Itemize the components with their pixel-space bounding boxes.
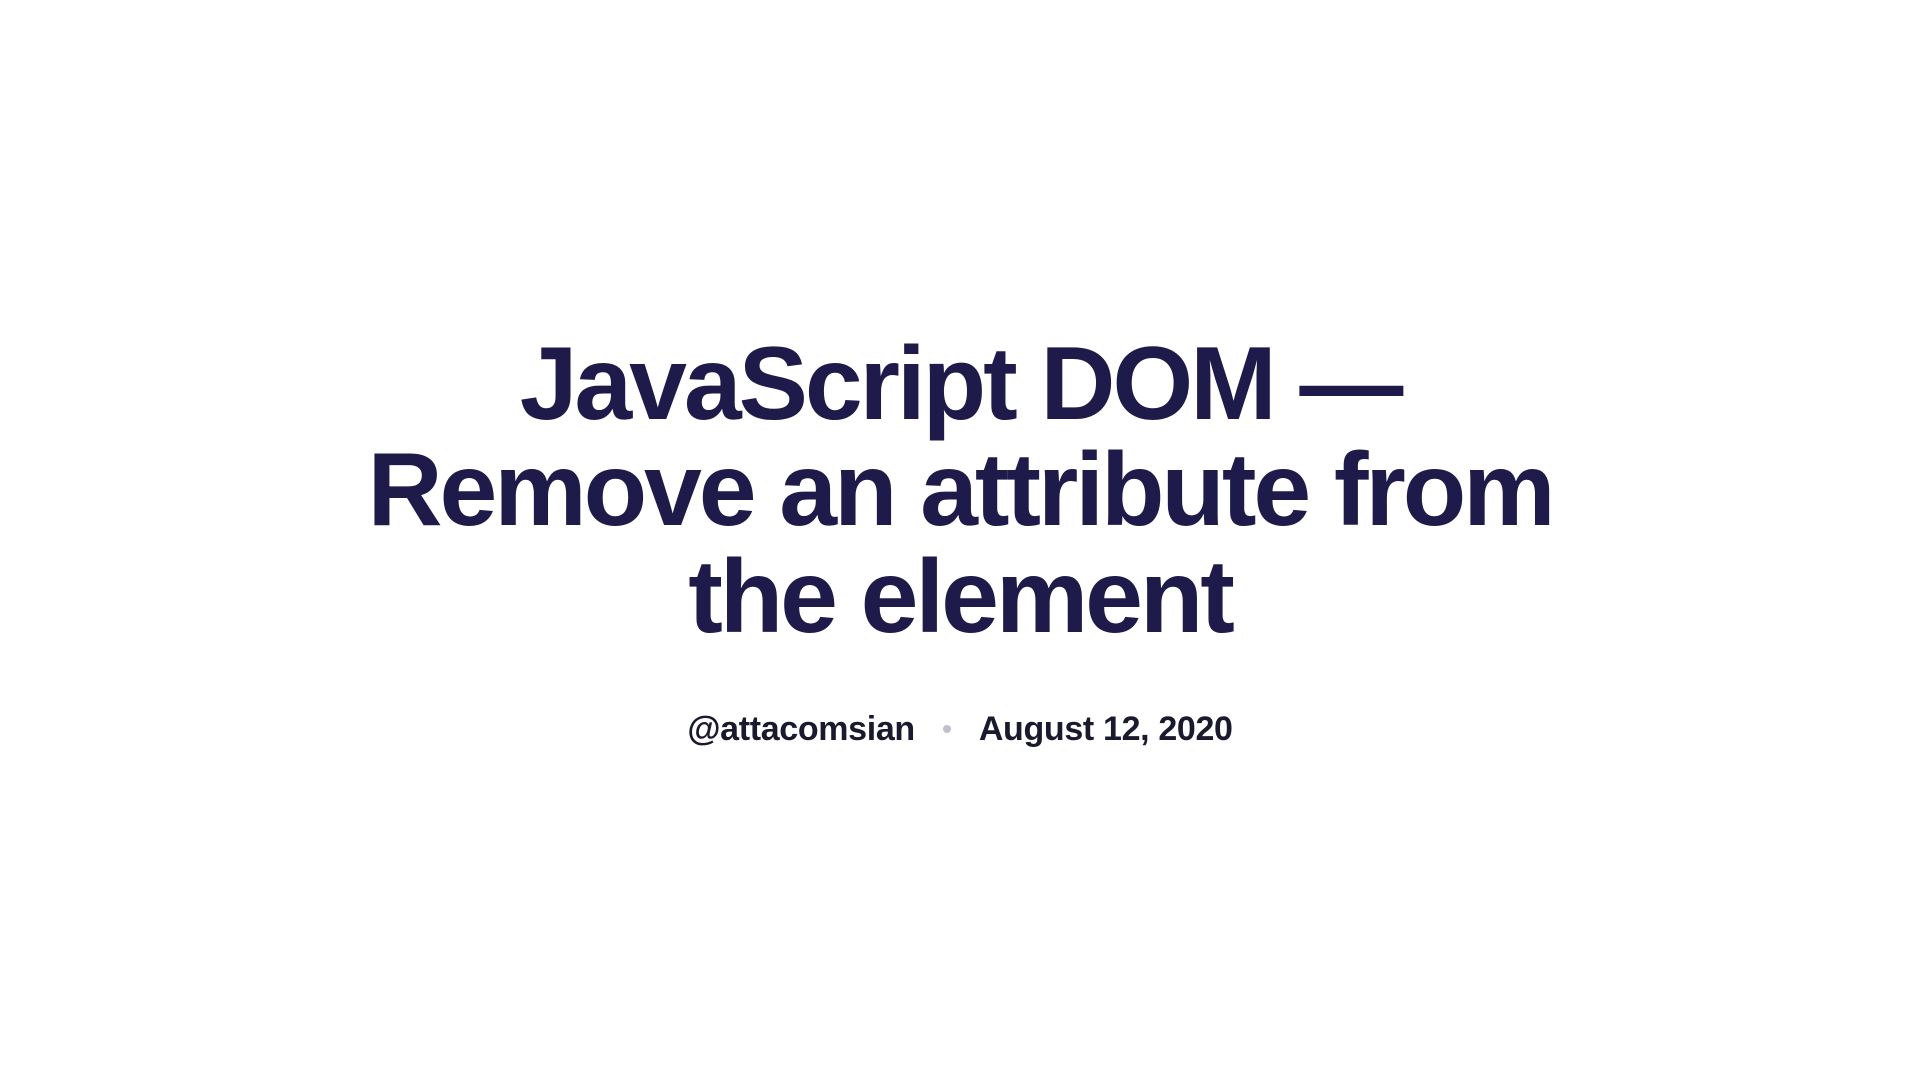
separator-dot-icon (943, 725, 951, 733)
article-title: JavaScript DOM — Remove an attribute fro… (360, 331, 1560, 649)
author-handle[interactable]: @attacomsian (687, 710, 914, 749)
article-header: JavaScript DOM — Remove an attribute fro… (360, 331, 1560, 748)
publish-date: August 12, 2020 (979, 710, 1233, 749)
article-meta: @attacomsian August 12, 2020 (360, 710, 1560, 749)
